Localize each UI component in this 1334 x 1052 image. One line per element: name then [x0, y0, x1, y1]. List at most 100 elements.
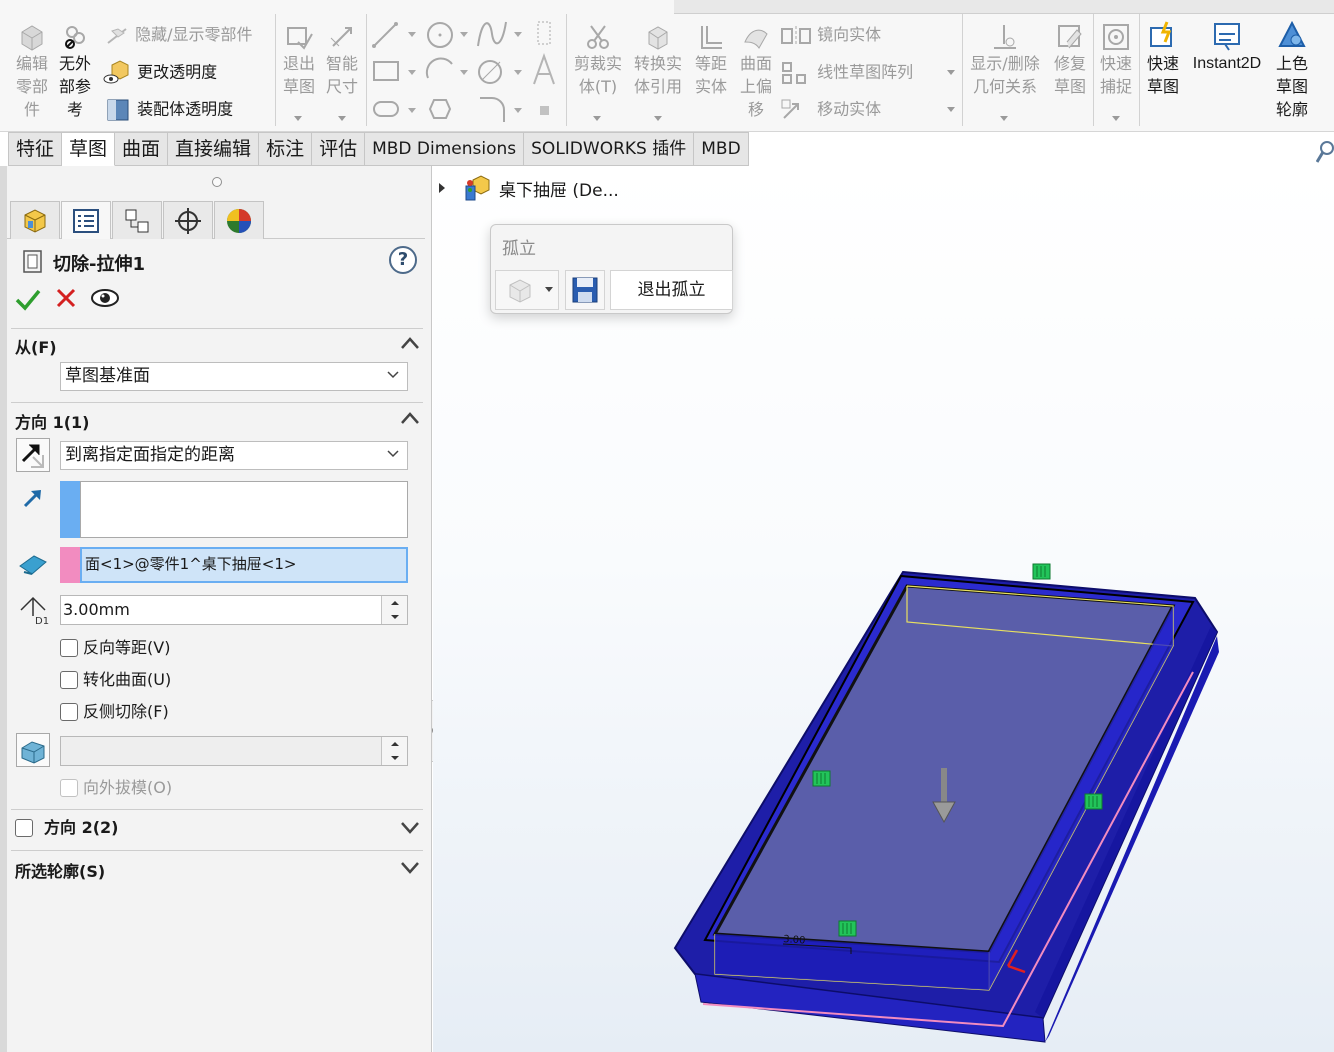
smart-dimension-button[interactable]: 智能 尺寸 [322, 22, 362, 98]
fillet-icon[interactable] [478, 60, 522, 84]
drag-handle[interactable] [1084, 793, 1103, 810]
from-section-header[interactable]: 从(F) [15, 334, 57, 358]
draft-toggle-button[interactable] [16, 733, 50, 767]
face-reference-selection-box[interactable]: 面<1>@零件1^桌下抽屉<1> [80, 547, 408, 583]
change-transparency-button[interactable]: 更改透明度 [102, 59, 217, 87]
graphics-area[interactable]: 3.00 桌下抽屉 (De... 孤立 退出孤立 [433, 166, 1334, 1052]
tab-mbd[interactable]: MBD [694, 132, 749, 166]
linear-pattern-dropdown-icon[interactable] [947, 70, 955, 75]
spin-up-button[interactable] [381, 596, 407, 610]
assembly-transparency-button[interactable]: 装配体透明度 [104, 97, 233, 123]
drag-handle[interactable] [812, 770, 831, 787]
convert-dropdown-icon[interactable] [654, 116, 662, 121]
flyout-tree-item[interactable]: 桌下抽屉 (De... [439, 174, 619, 202]
end-condition-select[interactable]: 到离指定面指定的距离 [60, 441, 408, 470]
spline-icon[interactable] [477, 21, 522, 47]
rapid-sketch-button[interactable]: 快速 草图 [1142, 20, 1184, 98]
draft-angle-input[interactable] [60, 736, 408, 766]
edit-part-button[interactable]: 编辑 零部 件 [10, 22, 54, 121]
flip-side-to-cut-checkbox[interactable]: 反侧切除(F) [60, 701, 169, 723]
trim-entities-button[interactable]: 剪裁实 体(T) [570, 22, 626, 98]
cancel-x-icon[interactable] [55, 287, 77, 309]
rectangle-icon[interactable] [373, 61, 416, 81]
isolate-display-style-dropdown[interactable] [495, 270, 559, 310]
from-condition-select[interactable]: 草图基准面 [60, 362, 408, 391]
collapse-chevron-up-icon[interactable] [400, 336, 420, 350]
tab-feature-manager[interactable] [10, 201, 60, 239]
relations-dropdown-icon[interactable] [1000, 116, 1008, 121]
tab-configuration-manager[interactable] [112, 201, 162, 239]
linear-pattern-button[interactable]: 线性草图阵列 [780, 60, 913, 86]
trim-dropdown-icon[interactable] [593, 116, 601, 121]
draft-outward-checkbox[interactable]: 向外拔模(O) [60, 777, 172, 799]
exit-isolate-button[interactable]: 退出孤立 [610, 270, 733, 310]
spin-down-button[interactable] [381, 610, 407, 624]
translate-surface-checkbox[interactable]: 转化曲面(U) [60, 669, 171, 691]
direction-vector-selection-box[interactable] [80, 481, 408, 538]
reverse-direction-button[interactable] [16, 438, 50, 472]
drag-handle[interactable] [838, 920, 857, 937]
panel-grip[interactable] [212, 177, 222, 187]
display-delete-relations-button[interactable]: 显示/删除 几何关系 [964, 22, 1046, 98]
quick-snaps-button[interactable]: 快速 捕捉 [1096, 22, 1136, 98]
slot-icon[interactable] [537, 21, 551, 45]
tab-display-manager[interactable] [214, 201, 264, 239]
checkbox-box[interactable] [15, 819, 33, 837]
mirror-entities-button[interactable]: 镜向实体 [780, 24, 881, 47]
preview-eye-icon[interactable] [90, 287, 120, 309]
tab-surfaces[interactable]: 曲面 [115, 132, 169, 166]
expand-chevron-down-icon[interactable] [400, 861, 420, 875]
tab-sketch[interactable]: 草图 [62, 132, 116, 166]
tab-features[interactable]: 特征 [8, 132, 63, 166]
move-entities-dropdown-icon[interactable] [947, 107, 955, 112]
selected-contours-section-header[interactable]: 所选轮廓(S) [15, 858, 105, 882]
drag-handle[interactable] [1032, 563, 1051, 580]
tab-solidworks-addins[interactable]: SOLIDWORKS 插件 [524, 132, 695, 166]
tab-property-manager[interactable] [61, 201, 111, 239]
point-icon[interactable] [540, 106, 549, 115]
checkbox-box[interactable] [60, 779, 78, 797]
tab-evaluate[interactable]: 评估 [312, 132, 366, 166]
tab-markup[interactable]: 标注 [259, 132, 313, 166]
sketch-fillet-icon[interactable] [480, 97, 522, 122]
collapse-chevron-up-icon[interactable] [400, 411, 420, 425]
arc-icon[interactable] [425, 57, 468, 79]
instant2d-button[interactable]: Instant2D [1188, 20, 1266, 75]
slot-shape-icon[interactable] [373, 101, 416, 117]
repair-sketch-button[interactable]: 修复 草图 [1050, 22, 1090, 98]
no-external-references-button[interactable]: 无外 部参 考 [54, 22, 96, 121]
checkbox-box[interactable] [60, 703, 78, 721]
tab-direct-editing[interactable]: 直接编辑 [168, 132, 260, 166]
exit-sketch-dropdown-icon[interactable] [294, 116, 302, 121]
offset-distance-input[interactable]: 3.00mm [60, 595, 408, 625]
polygon-icon[interactable] [428, 99, 452, 119]
search-icon[interactable] [1316, 140, 1334, 166]
smart-dimension-dropdown-icon[interactable] [338, 116, 346, 121]
direction1-section-header[interactable]: 方向 1(1) [15, 409, 89, 433]
checkbox-box[interactable] [60, 639, 78, 657]
move-entities-button[interactable]: 移动实体 [780, 98, 881, 122]
tab-dimxpert-manager[interactable] [163, 201, 213, 239]
offset-on-surface-button[interactable]: 曲面 上偏 移 [736, 22, 776, 121]
hide-show-components-button[interactable]: 隐藏/显示零部件 [104, 24, 253, 47]
convert-entities-button[interactable]: 转换实 体引用 [630, 22, 686, 98]
hide-show-components-icon [107, 27, 127, 44]
quick-snaps-dropdown-icon[interactable] [1112, 116, 1120, 121]
tab-mbd-dimensions[interactable]: MBD Dimensions [365, 132, 525, 166]
save-as-display-state-button[interactable] [565, 270, 605, 310]
expand-chevron-down-icon[interactable] [400, 821, 420, 835]
shaded-sketch-contours-button[interactable]: 上色 草图 轮廓 [1270, 20, 1314, 121]
circle-icon[interactable] [427, 22, 468, 48]
help-button[interactable]: ? [389, 246, 417, 274]
spin-down-button[interactable] [381, 751, 407, 765]
ok-checkmark-icon[interactable] [15, 287, 41, 311]
offset-entities-button[interactable]: 等距 实体 [690, 22, 732, 98]
exit-sketch-button[interactable]: 退出 草图 [280, 22, 318, 98]
expand-arrow-icon[interactable] [439, 183, 445, 193]
checkbox-box[interactable] [60, 671, 78, 689]
text-icon[interactable] [533, 53, 555, 85]
spin-up-button[interactable] [381, 737, 407, 751]
reverse-offset-checkbox[interactable]: 反向等距(V) [60, 637, 170, 659]
direction2-checkbox[interactable]: 方向 2(2) [15, 817, 118, 839]
line-icon[interactable] [372, 22, 416, 48]
